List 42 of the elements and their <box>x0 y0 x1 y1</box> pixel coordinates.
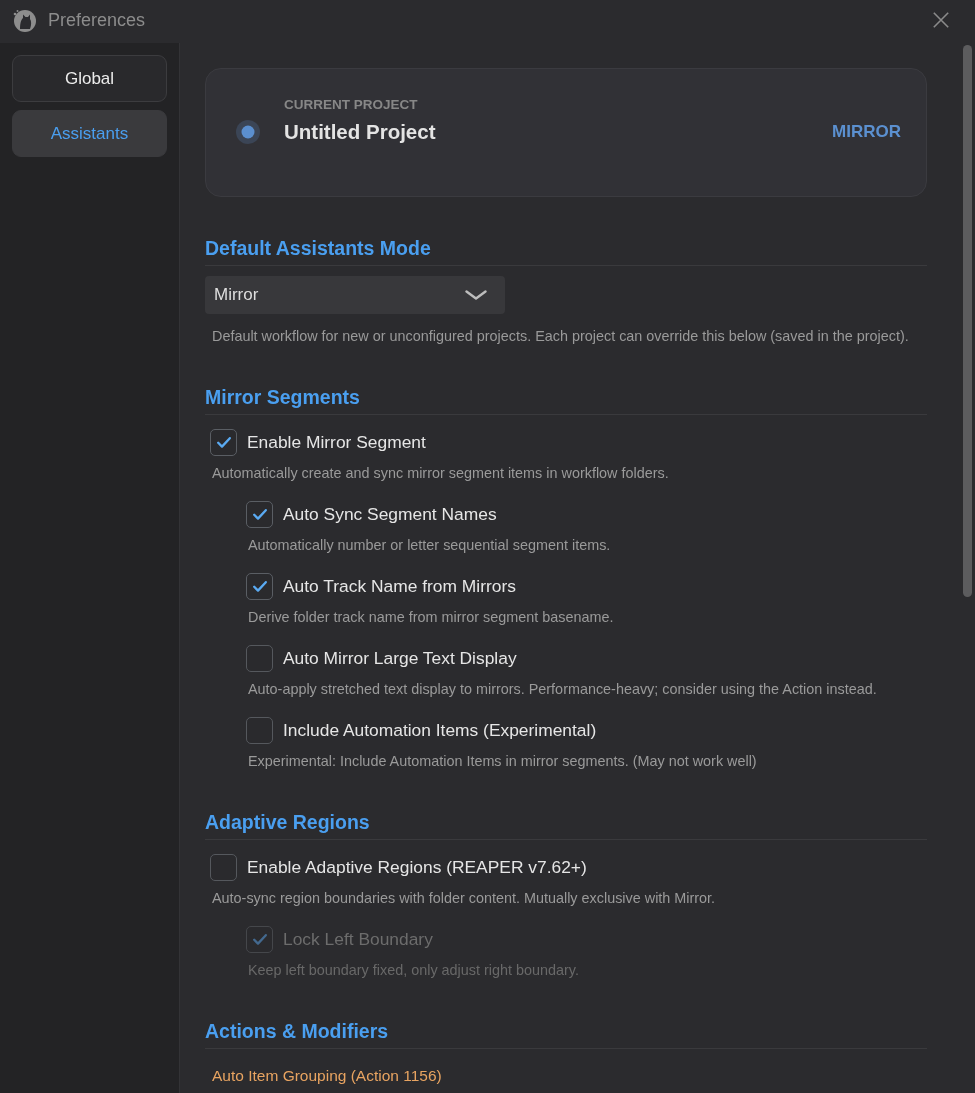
option-description: Experimental: Include Automation Items in mirror segments. (May not work well) <box>247 752 757 771</box>
checkbox-label[interactable]: Enable Mirror Segment <box>247 432 426 453</box>
check-icon <box>252 509 267 520</box>
sidebar-tab[interactable]: Global <box>12 55 167 102</box>
checkbox[interactable] <box>246 501 273 528</box>
section-heading: Mirror Segments <box>205 385 360 409</box>
status-dot-icon <box>236 120 260 144</box>
option-description: Auto-sync region boundaries with folder content. Mutually exclusive with Mirror. <box>211 889 716 908</box>
action-link[interactable]: Auto Item Grouping (Action 1156) <box>212 1067 442 1084</box>
sidebar-tab[interactable]: Assistants <box>12 110 167 157</box>
checkbox-label[interactable]: Auto Mirror Large Text Display <box>283 648 517 669</box>
option-description: Automatically number or letter sequential segment items. <box>247 536 611 555</box>
option-description: Automatically create and sync mirror segment items in workflow folders. <box>211 464 669 483</box>
checkbox[interactable] <box>246 717 273 744</box>
chevron-down-icon <box>465 290 487 300</box>
check-icon <box>252 581 267 592</box>
dropdown-description: Default workflow for new or unconfigured projects. Each project can override this below (saved in the project). <box>212 327 909 346</box>
option-description: Auto-apply stretched text display to mirrors. Performance-heavy; consider using the Action instead. <box>247 680 877 699</box>
checkbox[interactable] <box>246 645 273 672</box>
option-description: Keep left boundary fixed, only adjust right boundary. <box>247 961 579 980</box>
project-mode-label: MIRROR <box>832 122 901 142</box>
option-description: Derive folder track name from mirror segment basename. <box>247 608 614 627</box>
project-name: Untitled Project <box>284 120 436 144</box>
checkbox-label[interactable]: Enable Adaptive Regions (REAPER v7.62+) <box>247 857 587 878</box>
checkbox[interactable] <box>210 854 237 881</box>
close-button[interactable] <box>933 11 949 28</box>
project-caption: CURRENT PROJECT <box>284 96 418 112</box>
window-title: Preferences <box>48 10 146 31</box>
section-heading: Adaptive Regions <box>205 810 370 834</box>
mode-dropdown[interactable]: Mirror <box>205 276 505 314</box>
close-icon <box>933 11 949 28</box>
check-icon <box>252 934 267 945</box>
checkbox-label[interactable]: Auto Sync Segment Names <box>283 504 497 525</box>
checkbox[interactable] <box>210 429 237 456</box>
checkbox-label[interactable]: Include Automation Items (Experimental) <box>283 720 597 741</box>
section-heading: Default Assistants Mode <box>205 236 431 260</box>
app-logo-icon <box>12 7 36 32</box>
check-icon <box>216 437 231 448</box>
checkbox[interactable] <box>246 573 273 600</box>
section-heading: Actions & Modifiers <box>205 1019 389 1043</box>
scrollbar-thumb[interactable] <box>963 45 972 597</box>
checkbox-label[interactable]: Auto Track Name from Mirrors <box>283 576 516 597</box>
